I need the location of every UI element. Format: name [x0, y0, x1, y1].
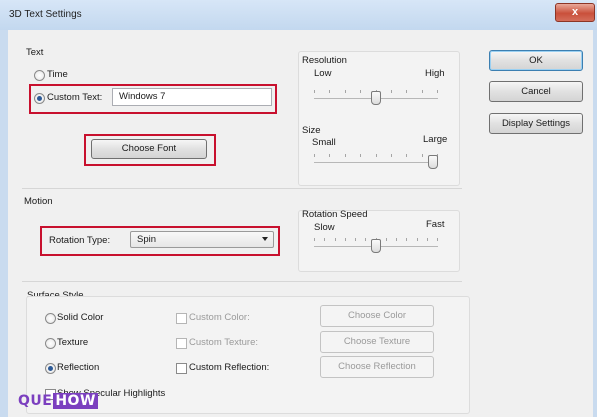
rotation-speed-slow-label: Slow: [314, 222, 335, 233]
chevron-down-icon: [262, 237, 268, 241]
size-slider-track: [314, 162, 438, 163]
text-motion-divider: [22, 188, 462, 189]
cancel-button[interactable]: Cancel: [489, 81, 583, 102]
size-small-label: Small: [312, 137, 336, 148]
texture-label: Texture: [57, 337, 89, 348]
texture-radio[interactable]: [45, 338, 56, 349]
choose-texture-button[interactable]: Choose Texture: [320, 331, 434, 353]
custom-text-input[interactable]: Windows 7: [112, 88, 272, 106]
slider-tick: [396, 238, 397, 241]
slider-tick: [422, 90, 423, 93]
slider-tick: [355, 238, 356, 241]
watermark-que: QUE: [18, 393, 53, 409]
slider-tick: [406, 90, 407, 93]
size-slider-ticks: [314, 154, 438, 158]
slider-tick: [417, 238, 418, 241]
motion-group-label: Motion: [24, 196, 53, 207]
size-label: Size: [302, 125, 321, 136]
watermark-how: HOW: [53, 393, 98, 409]
choose-reflection-button[interactable]: Choose Reflection: [320, 356, 434, 378]
window-frame-right: [593, 30, 597, 417]
slider-tick: [314, 90, 315, 93]
custom-color-checkbox[interactable]: [176, 313, 187, 324]
window-title: 3D Text Settings: [9, 9, 82, 20]
slider-tick: [329, 90, 330, 93]
slider-tick: [427, 238, 428, 241]
slider-tick: [391, 90, 392, 93]
slider-tick: [345, 90, 346, 93]
custom-text-label: Custom Text:: [47, 92, 103, 103]
motion-surface-divider: [22, 281, 462, 282]
time-label: Time: [47, 69, 68, 80]
title-bar: [0, 0, 597, 31]
rotation-type-value: Spin: [137, 234, 157, 245]
reflection-label: Reflection: [57, 362, 100, 373]
custom-text-radio[interactable]: [34, 93, 45, 104]
slider-tick: [391, 154, 392, 157]
rotation-speed-fast-label: Fast: [426, 219, 445, 230]
resolution-label: Resolution: [302, 55, 347, 66]
slider-tick: [335, 238, 336, 241]
window-frame-left: [0, 30, 8, 417]
rotation-speed-slider-thumb[interactable]: [371, 239, 381, 253]
resolution-slider-thumb[interactable]: [371, 91, 381, 105]
resolution-low-label: Low: [314, 68, 332, 79]
rotation-type-select[interactable]: Spin: [130, 231, 274, 248]
ok-button[interactable]: OK: [489, 50, 583, 71]
text-group-label: Text: [26, 47, 44, 58]
choose-color-button[interactable]: Choose Color: [320, 305, 434, 327]
slider-tick: [437, 238, 438, 241]
reflection-radio[interactable]: [45, 363, 56, 374]
rotation-speed-slider[interactable]: [314, 236, 438, 256]
close-button[interactable]: x: [555, 3, 595, 22]
size-large-label: Large: [423, 134, 448, 145]
slider-tick: [406, 238, 407, 241]
solid-color-radio[interactable]: [45, 313, 56, 324]
slider-tick: [365, 238, 366, 241]
size-slider-thumb[interactable]: [428, 155, 438, 169]
slider-tick: [422, 154, 423, 157]
slider-tick: [360, 90, 361, 93]
resolution-high-label: High: [425, 68, 445, 79]
slider-tick: [360, 154, 361, 157]
slider-tick: [324, 238, 325, 241]
custom-texture-checkbox[interactable]: [176, 338, 187, 349]
quehow-watermark-logo: QUE HOW: [18, 393, 98, 409]
slider-tick: [376, 154, 377, 157]
solid-color-label: Solid Color: [57, 312, 104, 323]
slider-tick: [314, 238, 315, 241]
custom-texture-label: Custom Texture:: [189, 337, 258, 348]
custom-reflection-checkbox[interactable]: [176, 363, 187, 374]
rotation-type-label: Rotation Type:: [49, 235, 111, 246]
choose-font-button[interactable]: Choose Font: [91, 139, 207, 159]
slider-tick: [314, 154, 315, 157]
slider-tick: [386, 238, 387, 241]
slider-tick: [437, 90, 438, 93]
time-radio[interactable]: [34, 70, 45, 81]
slider-tick: [345, 154, 346, 157]
custom-reflection-label: Custom Reflection:: [189, 362, 270, 373]
custom-color-label: Custom Color:: [189, 312, 250, 323]
display-settings-button[interactable]: Display Settings: [489, 113, 583, 134]
resolution-slider[interactable]: [314, 86, 438, 106]
slider-tick: [406, 154, 407, 157]
slider-tick: [329, 154, 330, 157]
rotation-speed-label: Rotation Speed: [302, 209, 368, 220]
slider-tick: [345, 238, 346, 241]
size-slider[interactable]: [314, 152, 438, 172]
